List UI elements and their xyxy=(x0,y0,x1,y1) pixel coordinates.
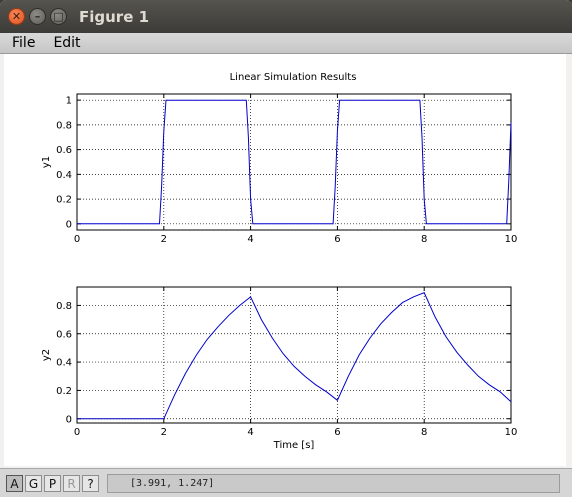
tool-p-button[interactable]: P xyxy=(44,475,61,492)
window-title: Figure 1 xyxy=(79,7,150,26)
x-axis-label: Time [s] xyxy=(273,440,315,451)
axes-y2: 0 2 4 6 8 10 0 0.2 0.4 0.6 0.8 y2 Time [s] xyxy=(41,286,518,451)
maximize-icon: □ xyxy=(53,10,64,23)
tool-r-button: R xyxy=(63,475,80,492)
menu-bar: File Edit xyxy=(0,33,572,54)
y-tick-label: 0 xyxy=(66,219,72,230)
maximize-window-button[interactable]: □ xyxy=(50,8,67,25)
x-tick-label: 2 xyxy=(161,234,167,245)
y-tick-label: 0.8 xyxy=(56,301,72,312)
y-tick-label: 0.6 xyxy=(56,329,72,340)
y-tick-label: 0 xyxy=(66,414,72,425)
minimize-icon: – xyxy=(34,10,41,23)
figure-window: ✕ – □ Figure 1 File Edit Linear Simulati… xyxy=(0,0,572,497)
figure-title: Linear Simulation Results xyxy=(230,72,357,83)
x-tick-label: 0 xyxy=(74,234,80,245)
axes-frame xyxy=(76,286,512,424)
menu-file[interactable]: File xyxy=(6,35,41,51)
x-tick-label: 0 xyxy=(74,427,80,438)
axes-frame xyxy=(76,93,512,231)
y-tick-label: 0.4 xyxy=(56,358,72,369)
y-tick-label: 0.8 xyxy=(56,120,72,131)
tool-g-button[interactable]: G xyxy=(25,475,42,492)
y-tick-label: 0.6 xyxy=(56,145,72,156)
axes-y1: 0 2 4 6 8 10 0 0.2 0.4 0.6 0.8 1 y1 xyxy=(41,93,518,245)
x-tick-label: 4 xyxy=(247,234,253,245)
series-line xyxy=(77,99,512,225)
y-axis-label: y2 xyxy=(41,349,52,361)
figure-svg: Linear Simulation Results 0 2 4 6 8 1000.20.4… xyxy=(41,72,518,451)
minimize-window-button[interactable]: – xyxy=(29,8,46,25)
y-tick-label: 0.2 xyxy=(56,195,72,206)
x-tick-label: 8 xyxy=(421,427,427,438)
close-window-button[interactable]: ✕ xyxy=(8,8,25,25)
x-tick-label: 10 xyxy=(505,427,518,438)
y-tick-label: 0.2 xyxy=(56,386,72,397)
status-bar: A G P R ? [3.991, 1.247] xyxy=(0,468,572,497)
cursor-coordinates: [3.991, 1.247] xyxy=(107,474,560,493)
y-tick-label: 0.4 xyxy=(56,170,72,181)
title-bar: ✕ – □ Figure 1 xyxy=(0,0,572,33)
x-tick-label: 6 xyxy=(334,427,340,438)
y-axis-label: y1 xyxy=(41,156,52,168)
series-line xyxy=(77,292,512,420)
menu-edit[interactable]: Edit xyxy=(47,35,86,51)
y-tick-label: 1 xyxy=(66,96,72,107)
x-tick-label: 6 xyxy=(334,234,340,245)
x-tick-label: 8 xyxy=(421,234,427,245)
x-tick-label: 10 xyxy=(505,234,518,245)
x-tick-label: 4 xyxy=(247,427,253,438)
plot-canvas[interactable]: Linear Simulation Results 0 2 4 6 8 10 0 0.2 0.4… xyxy=(4,54,566,466)
help-button[interactable]: ? xyxy=(82,475,99,492)
tool-a-button[interactable]: A xyxy=(6,475,23,492)
close-icon: ✕ xyxy=(11,10,22,23)
x-tick-label: 2 xyxy=(161,427,167,438)
